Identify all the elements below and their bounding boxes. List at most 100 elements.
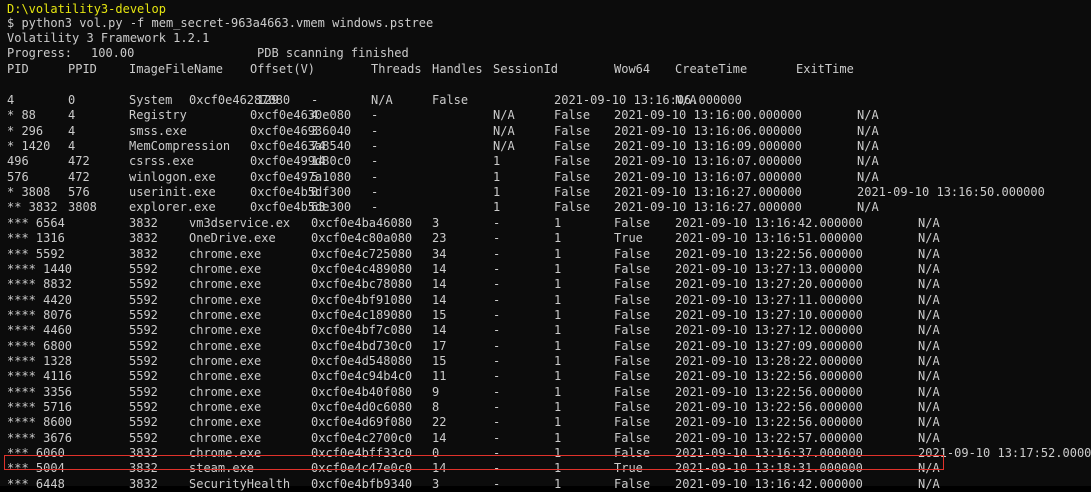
cell-handles: -	[493, 353, 501, 368]
cell-pid: * 3808	[7, 185, 51, 200]
cell-ppid: 4	[68, 139, 76, 154]
cell-ppid: 5592	[129, 261, 158, 276]
cell-exit: N/A	[918, 215, 940, 230]
cell-handles: -	[493, 430, 501, 445]
cell-exit: N/A	[857, 123, 879, 138]
cell-session: 1	[554, 384, 562, 399]
cell-create: 2021-09-10 13:16:27.000000	[614, 185, 802, 200]
cell-handles: -	[493, 246, 501, 261]
cell-exit: N/A	[918, 415, 940, 430]
cell-wow64: False	[614, 369, 651, 384]
progress-line: Progress: 100.00 PDB scanning finished	[7, 46, 409, 61]
cell-exit: N/A	[918, 400, 940, 414]
cell-handles: -	[493, 277, 501, 292]
cell-threads: 23	[432, 231, 447, 246]
cell-threads: 8	[432, 400, 440, 414]
cell-pid: 496	[7, 154, 29, 169]
cell-image: chrome.exe	[189, 261, 262, 276]
cell-pid: *** 6564	[7, 215, 65, 230]
cell-offset: 0xcf0e4c189080	[311, 307, 413, 322]
cell-offset: 0xcf0e4bd730c0	[311, 338, 413, 353]
cell-ppid: 3808	[68, 200, 97, 215]
cell-offset: 0xcf0e497a1080	[250, 169, 352, 184]
terminal-window[interactable]: D:\volatility3-develop $ python3 vol.py …	[0, 0, 1091, 491]
cell-ppid: 576	[68, 185, 90, 200]
cell-wow64: False	[614, 277, 651, 292]
cell-ppid: 5592	[129, 400, 158, 414]
cell-handles: -	[371, 200, 379, 215]
header-imagefilename: ImageFileName	[129, 62, 223, 76]
cell-wow64: False	[614, 476, 651, 491]
cell-pid: **** 4420	[7, 292, 73, 307]
cell-wow64: False	[432, 93, 469, 107]
cell-threads: 9	[432, 384, 440, 399]
cell-create: 2021-09-10 13:16:06.000000	[554, 93, 742, 107]
cell-session: 1	[554, 476, 562, 491]
header-wow64: Wow64	[614, 62, 651, 76]
cell-threads: 14	[432, 261, 447, 276]
cell-create: 2021-09-10 13:22:56.000000	[675, 415, 863, 430]
cell-image: chrome.exe	[189, 369, 262, 384]
cell-pid: * 88	[7, 108, 36, 123]
cell-exit: N/A	[675, 93, 697, 107]
cell-threads: 3	[311, 123, 319, 138]
cell-wow64: False	[614, 415, 651, 430]
cell-handles: -	[493, 338, 501, 353]
cell-offset: 0xcf0e4c2700c0	[311, 430, 413, 445]
cell-pid: **** 3676	[7, 430, 73, 445]
cell-threads: 14	[432, 292, 447, 307]
cell-threads: 15	[432, 353, 447, 368]
cell-offset: 0xcf0e4c725080	[311, 246, 413, 261]
cell-wow64: False	[554, 169, 591, 184]
cell-threads: 11	[432, 369, 447, 384]
cell-handles: -	[371, 139, 379, 154]
cell-handles: -	[371, 123, 379, 138]
framework-version: Volatility 3 Framework 1.2.1	[7, 31, 210, 45]
cell-image: userinit.exe	[129, 185, 216, 200]
cell-ppid: 472	[68, 169, 90, 184]
cell-handles: -	[493, 323, 501, 338]
cell-threads: 4	[311, 108, 319, 123]
cell-create: 2021-09-10 13:27:11.000000	[675, 292, 863, 307]
cell-offset: 0xcf0e4b5de300	[250, 200, 352, 215]
cell-image: chrome.exe	[189, 277, 262, 292]
cell-exit: N/A	[918, 231, 940, 246]
cell-wow64: False	[554, 123, 591, 138]
cell-pid: **** 6800	[7, 338, 73, 353]
cell-image: smss.exe	[129, 123, 187, 138]
cell-handles: -	[493, 415, 501, 430]
cell-create: 2021-09-10 13:16:07.000000	[614, 169, 802, 184]
cell-exit: N/A	[918, 277, 940, 292]
cell-offset: 0xcf0e499d80c0	[250, 154, 352, 169]
cell-image: chrome.exe	[189, 246, 262, 261]
cell-ppid: 5592	[129, 323, 158, 338]
cell-session: N/A	[493, 108, 515, 123]
cell-wow64: False	[614, 323, 651, 338]
cell-ppid: 5592	[129, 292, 158, 307]
cell-handles: -	[371, 169, 379, 184]
cell-ppid: 0	[68, 93, 76, 107]
header-createtime: CreateTime	[675, 62, 748, 76]
cell-image: chrome.exe	[189, 400, 262, 414]
cell-session: 1	[493, 169, 501, 184]
cell-ppid: 3832	[129, 476, 158, 491]
progress-label: Progress:	[7, 46, 73, 60]
cell-pid: **** 5716	[7, 400, 73, 414]
cell-offset: 0xcf0e4ba46080	[311, 215, 413, 230]
current-directory: D:\volatility3-develop	[7, 2, 166, 16]
cell-image: OneDrive.exe	[189, 231, 276, 246]
cell-threads: 22	[432, 415, 447, 430]
cell-threads: 5	[311, 169, 319, 184]
cell-pid: 576	[7, 169, 29, 184]
cell-ppid: 5592	[129, 338, 158, 353]
header-threads: Threads	[371, 62, 422, 76]
cell-create: 2021-09-10 13:22:56.000000	[675, 369, 863, 384]
cell-session: 1	[554, 430, 562, 445]
cell-pid: **** 8076	[7, 307, 73, 322]
cell-pid: ** 3832	[7, 200, 58, 215]
cell-ppid: 5592	[129, 353, 158, 368]
cell-threads: 34	[432, 246, 447, 261]
cell-image: chrome.exe	[189, 323, 262, 338]
header-handles: Handles	[432, 62, 483, 76]
cell-offset: 0xcf0e4d69f080	[311, 415, 413, 430]
